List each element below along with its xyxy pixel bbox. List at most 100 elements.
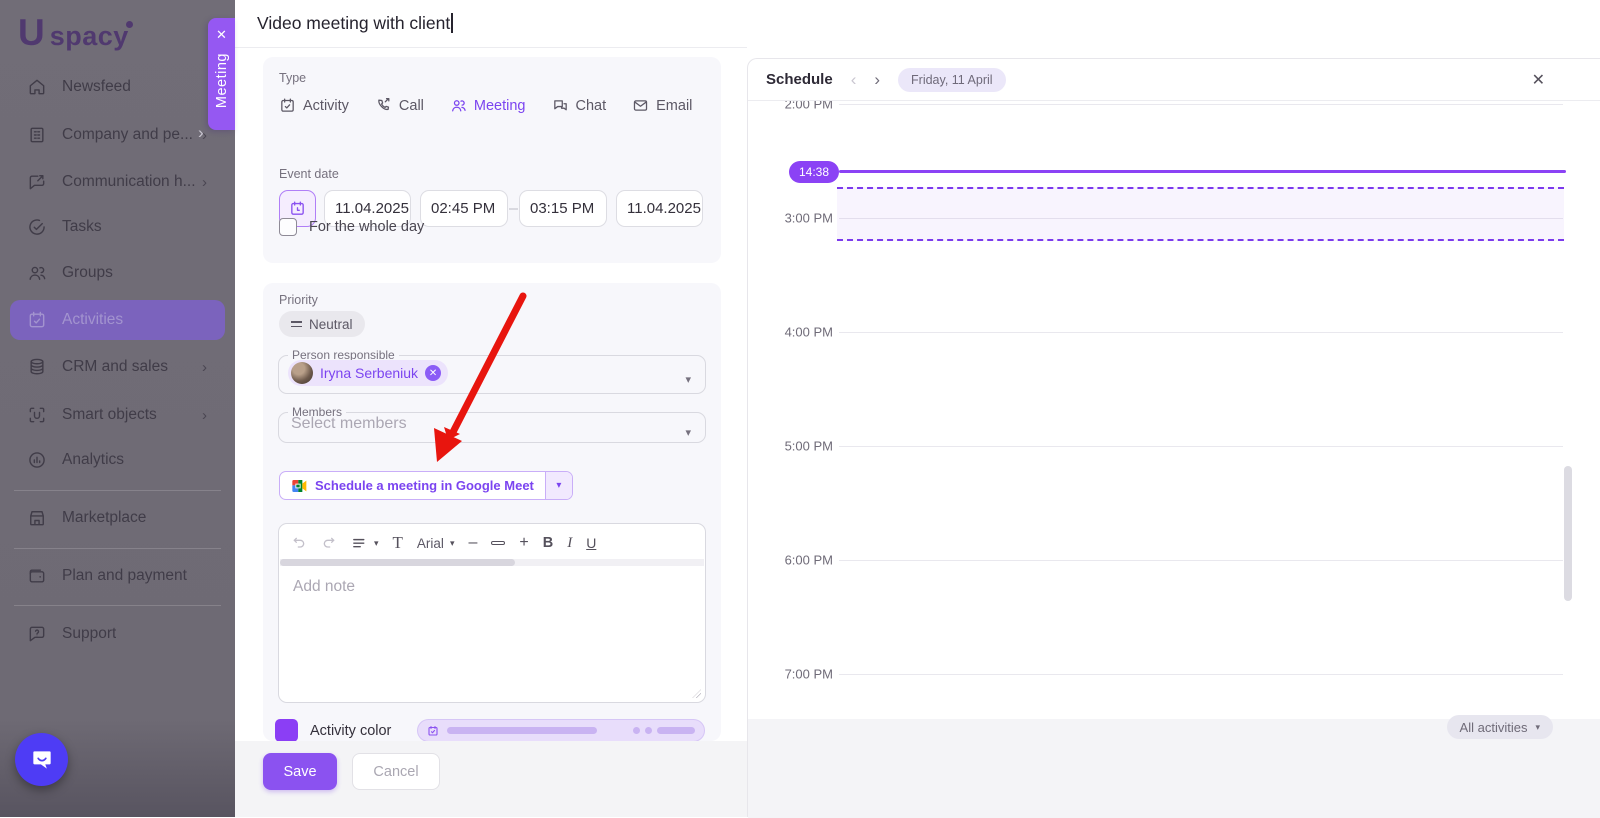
- increase-font-button[interactable]: +: [519, 534, 528, 552]
- type-label: Type: [279, 71, 306, 85]
- google-meet-button[interactable]: Schedule a meeting in Google Meet: [280, 472, 545, 499]
- sidebar-item-label: Smart objects: [62, 406, 157, 424]
- person-chip[interactable]: Iryna Serbeniuk ✕: [288, 360, 448, 386]
- activities-filter[interactable]: All activities ▾: [1447, 715, 1553, 739]
- schedule-date-chip[interactable]: Friday, 11 April: [898, 68, 1006, 92]
- text-style-icon[interactable]: T: [393, 533, 403, 553]
- type-tab-meeting[interactable]: Meeting: [450, 97, 526, 114]
- members-field[interactable]: Members Select members ▾: [278, 405, 706, 443]
- scrollbar-thumb[interactable]: [280, 559, 515, 566]
- schedule-header: Schedule ‹ › Friday, 11 April ✕: [748, 59, 1600, 101]
- google-meet-icon: [291, 479, 307, 493]
- undo-icon[interactable]: [291, 535, 307, 551]
- sidebar-item-communication[interactable]: Communication h... ›: [10, 163, 225, 201]
- cancel-button[interactable]: Cancel: [352, 753, 440, 790]
- sidebar-item-smart-objects[interactable]: Smart objects ›: [10, 396, 225, 434]
- building-icon: [27, 125, 47, 145]
- end-date-value: 11.04.2025: [627, 200, 701, 217]
- remove-person-icon[interactable]: ✕: [425, 365, 441, 381]
- start-time-input[interactable]: 02:45 PM: [420, 190, 508, 227]
- chevron-down-icon[interactable]: ▾: [685, 425, 691, 438]
- sidebar-item-plan-payment[interactable]: Plan and payment: [10, 557, 225, 595]
- font-size-box[interactable]: [491, 541, 505, 545]
- sidebar-item-tasks[interactable]: Tasks: [10, 208, 225, 246]
- underline-button[interactable]: U: [586, 535, 596, 551]
- uspacy-logo[interactable]: U spacy: [18, 12, 129, 54]
- calendar-icon: [279, 97, 296, 114]
- note-input[interactable]: Add note: [279, 566, 705, 608]
- activity-color-swatch[interactable]: [275, 719, 298, 742]
- toolbar-scrollbar[interactable]: [280, 559, 704, 566]
- google-meet-dropdown[interactable]: ▾: [545, 472, 572, 499]
- end-date-input[interactable]: 11.04.2025: [616, 190, 703, 227]
- type-tab-call[interactable]: Call: [375, 97, 424, 114]
- person-responsible-field[interactable]: Person responsible Iryna Serbeniuk ✕ ▾: [278, 348, 706, 394]
- calendar-icon: [427, 725, 439, 737]
- close-schedule-icon[interactable]: ✕: [1532, 70, 1545, 90]
- type-tabs: Activity Call Meeting Chat Email: [279, 97, 692, 114]
- chevron-down-icon[interactable]: ▾: [685, 372, 691, 385]
- save-button[interactable]: Save: [263, 753, 337, 790]
- hour-label: 3:00 PM: [748, 211, 833, 226]
- align-icon[interactable]: [351, 535, 368, 552]
- home-icon: [27, 77, 47, 97]
- schedule-title: Schedule: [766, 71, 833, 88]
- activities-filter-label: All activities: [1460, 720, 1528, 735]
- font-name[interactable]: Arial: [417, 536, 444, 551]
- priority-chip[interactable]: Neutral: [279, 311, 365, 337]
- next-day-button[interactable]: ›: [874, 71, 880, 88]
- italic-button[interactable]: I: [567, 535, 572, 552]
- chevron-right-icon: ›: [202, 407, 207, 424]
- sidebar-item-groups[interactable]: Groups: [10, 254, 225, 292]
- type-tab-email[interactable]: Email: [632, 97, 692, 114]
- phone-icon: [375, 97, 392, 114]
- type-tab-label: Activity: [303, 98, 349, 114]
- sidebar-item-company[interactable]: Company and pe... ›: [10, 116, 225, 154]
- sidebar-item-label: Activities: [62, 311, 123, 329]
- calendar-icon: [289, 200, 306, 217]
- title-row: Video meeting with client: [235, 0, 747, 48]
- schedule-scrollbar-thumb[interactable]: [1564, 466, 1572, 601]
- hour-gridline: [839, 674, 1563, 675]
- schedule-timeline[interactable]: 2:00 PM 3:00 PM 4:00 PM 5:00 PM 6:00 PM …: [748, 101, 1600, 719]
- sidebar-item-label: CRM and sales: [62, 358, 168, 376]
- redo-icon[interactable]: [321, 535, 337, 551]
- title-input[interactable]: Video meeting with client: [257, 13, 453, 34]
- bold-button[interactable]: B: [543, 535, 553, 551]
- sidebar-item-marketplace[interactable]: Marketplace: [10, 499, 225, 537]
- sidebar-item-activities[interactable]: Activities: [10, 300, 225, 340]
- meeting-tab[interactable]: ✕ Meeting: [208, 18, 235, 130]
- sidebar-item-support[interactable]: Support: [10, 615, 225, 653]
- wallet-icon: [27, 566, 47, 586]
- sidebar-item-analytics[interactable]: Analytics: [10, 441, 225, 479]
- sidebar-item-newsfeed[interactable]: Newsfeed: [10, 68, 225, 106]
- hour-label: 7:00 PM: [748, 667, 833, 682]
- sidebar-item-crm[interactable]: CRM and sales ›: [10, 348, 225, 386]
- chevron-down-icon[interactable]: ▾: [374, 538, 379, 549]
- activity-color-row: Activity color: [275, 719, 705, 742]
- new-event-slot[interactable]: [837, 187, 1564, 241]
- chevron-down-icon[interactable]: ▾: [450, 538, 455, 549]
- meeting-tab-label: Meeting: [214, 53, 230, 108]
- sidebar-item-label: Communication h...: [62, 173, 196, 191]
- chat-icon: [552, 97, 569, 114]
- end-time-value: 03:15 PM: [530, 200, 594, 217]
- prev-day-button[interactable]: ‹: [851, 71, 857, 88]
- event-date-label: Event date: [279, 167, 339, 181]
- modal-footer: Save Cancel: [235, 741, 747, 817]
- chat-widget-button[interactable]: [15, 733, 68, 786]
- avatar: [291, 362, 313, 384]
- whole-day-checkbox[interactable]: [279, 218, 297, 236]
- type-tab-activity[interactable]: Activity: [279, 97, 349, 114]
- sidebar: U spacy Newsfeed Company and pe... › Com…: [0, 0, 235, 817]
- type-tab-chat[interactable]: Chat: [552, 97, 607, 114]
- end-time-input[interactable]: 03:15 PM: [519, 190, 607, 227]
- decrease-font-button[interactable]: –: [468, 534, 477, 552]
- smart-objects-icon: [27, 405, 47, 425]
- resize-handle[interactable]: [692, 689, 701, 698]
- close-icon[interactable]: ✕: [216, 28, 227, 41]
- current-time-line: [839, 170, 1566, 173]
- google-meet-button-label: Schedule a meeting in Google Meet: [315, 478, 534, 493]
- hour-label: 5:00 PM: [748, 439, 833, 454]
- sidebar-expand-chevron[interactable]: ›: [198, 123, 204, 143]
